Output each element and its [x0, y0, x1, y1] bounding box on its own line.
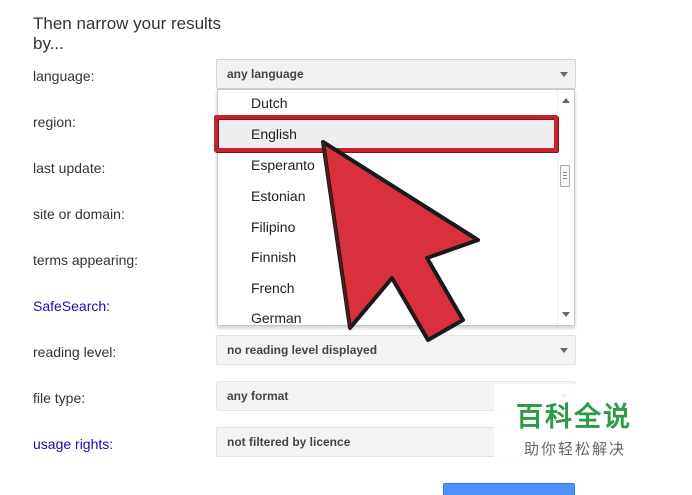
- grip-line: [563, 172, 567, 173]
- watermark: 百科全说 助你轻松解决: [494, 384, 654, 472]
- scroll-up-arrow-icon[interactable]: [562, 98, 570, 103]
- highlight-annotation-box: [214, 115, 558, 152]
- language-select-value: any language: [227, 67, 304, 81]
- language-option-dutch[interactable]: Dutch: [251, 94, 288, 112]
- last-update-label: last update:: [33, 160, 106, 176]
- chevron-down-icon: [560, 72, 568, 77]
- reading-level-label: reading level:: [33, 344, 117, 360]
- chevron-down-icon: [560, 348, 568, 353]
- language-option-filipino[interactable]: Filipino: [251, 218, 295, 236]
- language-select[interactable]: any language: [216, 59, 576, 89]
- file-type-label: file type:: [33, 390, 86, 406]
- language-option-french[interactable]: French: [251, 279, 295, 297]
- language-option-finnish[interactable]: Finnish: [251, 248, 296, 266]
- language-option-esperanto[interactable]: Esperanto: [251, 156, 315, 174]
- reading-level-select[interactable]: no reading level displayed: [216, 335, 576, 365]
- watermark-title: 百科全说: [516, 402, 632, 433]
- watermark-subtitle: 助你轻松解决: [524, 440, 627, 458]
- language-option-german[interactable]: German: [251, 309, 302, 325]
- language-label: language:: [33, 68, 95, 84]
- terms-appearing-label: terms appearing:: [33, 252, 139, 268]
- dropdown-scrollbar[interactable]: [557, 90, 573, 325]
- scroll-down-arrow-icon[interactable]: [562, 312, 570, 317]
- advanced-search-button[interactable]: [443, 483, 575, 495]
- file-type-select-value: any format: [227, 389, 289, 403]
- grip-line: [563, 178, 567, 179]
- narrow-results-heading: Then narrow your results by...: [33, 14, 222, 53]
- usage-rights-link[interactable]: usage rights:: [33, 435, 113, 453]
- scroll-thumb[interactable]: [560, 165, 570, 187]
- safesearch-link[interactable]: SafeSearch:: [33, 297, 110, 315]
- advanced-search-page: Then narrow your results by... language:…: [0, 0, 692, 495]
- language-option-estonian[interactable]: Estonian: [251, 187, 305, 205]
- site-or-domain-label: site or domain:: [33, 206, 125, 222]
- region-label: region:: [33, 114, 76, 130]
- reading-level-select-value: no reading level displayed: [227, 343, 378, 357]
- usage-rights-select-value: not filtered by licence: [227, 435, 351, 449]
- grip-line: [563, 175, 567, 176]
